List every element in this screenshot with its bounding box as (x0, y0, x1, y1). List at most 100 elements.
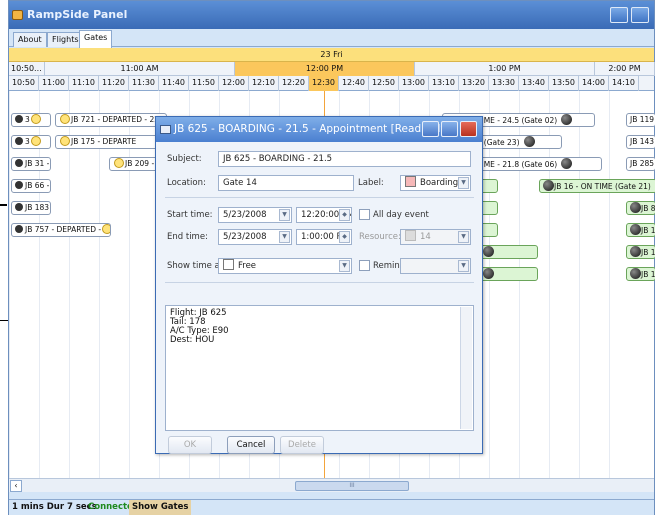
end-time-field[interactable]: 1:00:00 PM ◆ (296, 229, 352, 245)
appointment-dialog: JB 625 - BOARDING - 21.5 - Appointment [… (155, 116, 483, 454)
status-bar: 1 mins Dur 7 secs Connected Show Gates (9, 499, 654, 515)
grid-line (579, 91, 580, 478)
start-date-field[interactable]: 5/23/2008 ▼ (218, 207, 292, 223)
chevron-down-icon[interactable]: ▼ (339, 260, 350, 272)
horizontal-scrollbar[interactable]: ‹ III (9, 478, 654, 492)
minute-cell: 13:30 (489, 76, 519, 91)
grid-line (129, 91, 130, 478)
grid-line (519, 91, 520, 478)
appointment-label: JB 31 - DEP (25, 159, 50, 168)
delete-button[interactable]: Delete (280, 436, 324, 454)
minute-cell: 11:10 (69, 76, 99, 91)
minimize-button[interactable] (610, 7, 628, 23)
smiley-icon (30, 136, 41, 146)
chevron-down-icon[interactable]: ▼ (458, 260, 469, 272)
chevron-down-icon[interactable]: ▼ (279, 231, 290, 243)
hour-cell: 2:00 PM (595, 62, 655, 76)
gate-appointment[interactable]: JB 143 - (626, 135, 655, 149)
cancel-button[interactable]: Cancel (227, 436, 275, 454)
gate-appointment[interactable]: JB 31 - DEP (11, 157, 51, 171)
tab-gates[interactable]: Gates (79, 30, 113, 48)
show-time-select-value: Free (238, 261, 257, 271)
spinner-icon[interactable]: ◆ (339, 209, 350, 221)
reminder-checkbox[interactable] (359, 260, 370, 271)
gate-appointment[interactable]: JB 1 (626, 267, 655, 281)
gate-appointment[interactable]: JB 721 - DEPARTED - 22.4 (G (55, 113, 167, 127)
notes-scrollbar[interactable] (460, 307, 472, 429)
resource-select[interactable]: 14 ▼ (400, 229, 471, 245)
gate-appointment[interactable]: JB 119 - (626, 113, 655, 127)
gate-appointment[interactable]: JB 1 (626, 245, 655, 259)
start-time-label: Start time: (167, 210, 213, 220)
dialog-maximize-button[interactable] (441, 121, 458, 137)
minute-cell: 12:40 (339, 76, 369, 91)
gate-appointment[interactable]: JB 285 - (626, 157, 655, 171)
notes-textarea[interactable]: Flight: JB 625 Tail: 178 A/C Type: E90 D… (165, 305, 474, 431)
gate-appointment[interactable]: JB 183 - DE (11, 201, 51, 215)
appointment-label: JB 119 - (630, 115, 655, 124)
status-dot-icon (15, 225, 23, 233)
spinner-icon[interactable]: ◆ (339, 231, 350, 243)
dialog-close-button[interactable] (460, 121, 477, 137)
status-ball-icon (630, 202, 641, 213)
gate-appointment[interactable]: JB 66 - DEP (11, 179, 51, 193)
divider (165, 197, 474, 198)
status-ball-icon (561, 158, 573, 169)
minute-cell: 13:50 (549, 76, 579, 91)
minute-header: 10:50 11:00 11:10 11:20 11:30 11:40 11:50 12:00… (9, 76, 654, 91)
grid-line (99, 91, 100, 478)
end-time-label: End time: (167, 232, 208, 242)
maximize-button[interactable] (631, 7, 649, 23)
end-date-value: 5/23/2008 (223, 232, 267, 242)
appointment-label: JB 209 - (125, 159, 155, 168)
gate-appointment[interactable]: 3 (11, 135, 51, 149)
gate-appointment[interactable]: JB 175 - DEPARTE (55, 135, 167, 149)
resource-color-swatch (405, 230, 416, 241)
status-ball-icon (630, 224, 641, 235)
reminder-select[interactable]: ▼ (400, 258, 471, 274)
label-label: Label: (358, 178, 384, 188)
grid-line (9, 91, 10, 478)
all-day-checkbox[interactable] (359, 209, 370, 220)
hour-cell: 11:00 AM (45, 62, 235, 76)
minute-cell: 12:30 (309, 76, 339, 91)
dialog-minimize-button[interactable] (422, 121, 439, 137)
show-time-select[interactable]: Free ▼ (218, 258, 352, 274)
minute-cell: 13:10 (429, 76, 459, 91)
appointment-label: JB 285 - (630, 159, 655, 168)
label-select-value: Boarding (420, 178, 459, 188)
appointment-label: JB 66 - DEP (25, 181, 50, 190)
minute-cell: 11:40 (159, 76, 189, 91)
grid-line (609, 91, 610, 478)
status-dot-icon (15, 181, 23, 189)
gate-appointment[interactable]: JB 757 - DEPARTED - (11, 223, 111, 237)
tab-about[interactable]: About (13, 32, 47, 47)
chevron-down-icon[interactable]: ▼ (458, 231, 469, 243)
subject-field[interactable]: JB 625 - BOARDING - 21.5 (218, 151, 471, 167)
gate-appointment[interactable]: JB 8 (626, 201, 655, 215)
end-date-field[interactable]: 5/23/2008 ▼ (218, 229, 292, 245)
show-gates-button[interactable]: Show Gates (129, 500, 192, 515)
minute-cell: 12:00 (219, 76, 249, 91)
grid-line (489, 91, 490, 478)
location-field[interactable]: Gate 14 (218, 175, 354, 191)
gate-appointment[interactable]: JB 1 (626, 223, 655, 237)
title-bar: RampSide Panel (9, 1, 654, 29)
notes-line: Dest: HOU (170, 335, 215, 345)
notes-line: A/C Type: E90 (170, 326, 229, 336)
appointment-label: JB 721 - DEPARTED - 22.4 (G (71, 115, 167, 124)
resource-select-value: 14 (420, 232, 431, 242)
gate-appointment[interactable]: JB 16 - ON TIME (Gate 21) (539, 179, 655, 193)
scroll-thumb[interactable]: III (295, 481, 409, 491)
scroll-left-button[interactable]: ‹ (10, 480, 22, 492)
chevron-down-icon[interactable]: ▼ (279, 209, 290, 221)
divider (165, 282, 474, 283)
tab-strip: About Flights Gates (9, 29, 654, 48)
start-time-field[interactable]: 12:20:00 PM ◆ (296, 207, 352, 223)
minute-cell: 14:00 (579, 76, 609, 91)
ok-button[interactable]: OK (168, 436, 212, 454)
status-dot-icon (15, 137, 23, 145)
chevron-down-icon[interactable]: ▼ (458, 177, 469, 189)
label-select[interactable]: Boarding ▼ (400, 175, 471, 191)
gate-appointment[interactable]: 3 (11, 113, 51, 127)
